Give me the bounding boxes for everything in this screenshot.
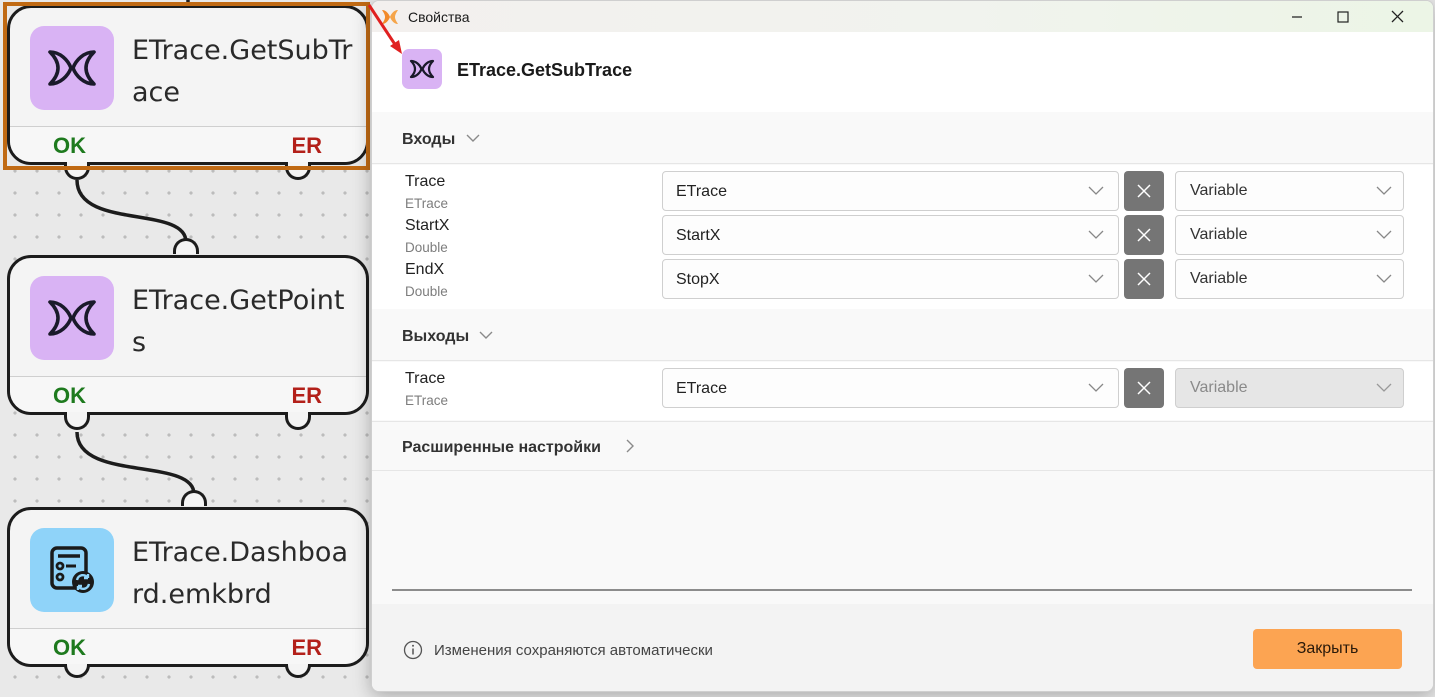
outputs-section-header[interactable]: Выходы: [372, 311, 1433, 361]
dialog-header: ETrace.GetSubTrace: [372, 32, 1433, 112]
close-icon: [1137, 228, 1151, 242]
param-type: Double: [405, 240, 448, 255]
butterfly-icon: [402, 49, 442, 89]
flow-node-getpoints[interactable]: ETrace.GetPoints OK ER: [7, 255, 369, 430]
pointer-arrow-icon: [367, 4, 402, 54]
close-icon: [1137, 184, 1151, 198]
dropdown-value: Variable: [1190, 270, 1248, 287]
ok-port-label[interactable]: OK: [53, 133, 86, 159]
advanced-settings-header[interactable]: Расширенные настройки: [372, 421, 1433, 471]
chevron-down-icon: [1088, 186, 1104, 195]
chevron-down-icon: [1376, 274, 1392, 283]
param-kind-dropdown[interactable]: Variable: [1175, 171, 1404, 211]
node-title: ETrace.Dashboard.emkbrd: [132, 537, 348, 610]
window-titlebar[interactable]: Свойства: [372, 1, 1433, 32]
chevron-down-icon: [466, 134, 480, 142]
combobox-value: ETrace: [676, 380, 727, 397]
dialog-footer: Изменения сохраняются автоматически Закр…: [372, 604, 1433, 691]
close-icon: [1137, 381, 1151, 395]
node-title: ETrace.GetPoints: [132, 285, 345, 358]
inputs-section-body: Trace ETrace ETrace Variable StartX Doub…: [372, 165, 1433, 309]
content-divider: [392, 589, 1412, 591]
advanced-settings-label: Расширенные настройки: [402, 439, 601, 456]
param-kind-dropdown[interactable]: Variable: [1175, 215, 1404, 255]
flow-node-getsubtrace[interactable]: ETrace.GetSubTrace OK ER: [7, 5, 369, 180]
clear-value-button[interactable]: [1124, 215, 1164, 255]
close-button[interactable]: Закрыть: [1253, 629, 1402, 669]
param-name: StartX: [405, 217, 450, 234]
combobox-value: StopX: [676, 271, 720, 288]
param-value-combobox[interactable]: ETrace: [662, 171, 1119, 211]
chevron-right-icon: [626, 439, 634, 453]
properties-dialog: Свойства ETrace.GetSubTrace Входы Trace …: [371, 0, 1434, 692]
chevron-down-icon: [1376, 186, 1392, 195]
inputs-section-header[interactable]: Входы: [372, 114, 1433, 164]
flow-canvas[interactable]: ETrace.GetSubTrace OK ER ETrace.GetPoint…: [0, 0, 372, 697]
butterfly-icon: [30, 26, 114, 110]
dropdown-value: Variable: [1190, 226, 1248, 243]
butterfly-icon: [30, 276, 114, 360]
minimize-button[interactable]: [1274, 1, 1320, 32]
component-title: ETrace.GetSubTrace: [457, 60, 633, 80]
param-name: Trace: [405, 370, 446, 387]
param-value-combobox[interactable]: StopX: [662, 259, 1119, 299]
param-value-combobox[interactable]: ETrace: [662, 368, 1119, 408]
maximize-button[interactable]: [1320, 1, 1366, 32]
chevron-down-icon: [1088, 274, 1104, 283]
node-ports: OK ER: [10, 126, 366, 162]
node-ports: OK ER: [10, 628, 366, 664]
chevron-down-icon: [1376, 383, 1392, 392]
clear-value-button[interactable]: [1124, 259, 1164, 299]
flow-node-dashboard[interactable]: ETrace.Dashboard.emkbrd OK ER: [7, 507, 369, 678]
param-type: ETrace: [405, 196, 449, 211]
er-port-label[interactable]: ER: [291, 383, 322, 409]
info-icon: [403, 640, 423, 660]
param-value-combobox[interactable]: StartX: [662, 215, 1119, 255]
param-type: Double: [405, 284, 448, 299]
ok-port-label[interactable]: OK: [53, 635, 86, 661]
param-name: Trace: [405, 173, 446, 190]
chevron-down-icon: [1376, 230, 1392, 239]
chevron-down-icon: [1088, 383, 1104, 392]
inputs-section-label: Входы: [402, 131, 456, 148]
dropdown-value: Variable: [1190, 182, 1248, 199]
autosave-info-text: Изменения сохраняются автоматически: [434, 642, 713, 659]
param-type: ETrace: [405, 393, 449, 408]
outputs-section-body: Trace ETrace ETrace Variable: [372, 362, 1433, 420]
window-close-button[interactable]: [1374, 1, 1420, 32]
combobox-value: ETrace: [676, 183, 727, 200]
param-kind-dropdown-disabled: Variable: [1175, 368, 1404, 408]
er-port-label[interactable]: ER: [291, 133, 322, 159]
outputs-section-label: Выходы: [402, 328, 470, 345]
dropdown-value: Variable: [1190, 379, 1248, 396]
window-title: Свойства: [408, 8, 470, 25]
param-name: EndX: [405, 261, 445, 278]
combobox-value: StartX: [676, 227, 721, 244]
chevron-down-icon: [1088, 230, 1104, 239]
er-port-label[interactable]: ER: [291, 635, 322, 661]
node-ports: OK ER: [10, 376, 366, 412]
ok-port-label[interactable]: OK: [53, 383, 86, 409]
node-title: ETrace.GetSubTrace: [132, 35, 353, 108]
dashboard-sync-icon: [30, 528, 114, 612]
param-kind-dropdown[interactable]: Variable: [1175, 259, 1404, 299]
clear-value-button[interactable]: [1124, 171, 1164, 211]
clear-value-button[interactable]: [1124, 368, 1164, 408]
close-icon: [1137, 272, 1151, 286]
chevron-down-icon: [479, 331, 493, 339]
